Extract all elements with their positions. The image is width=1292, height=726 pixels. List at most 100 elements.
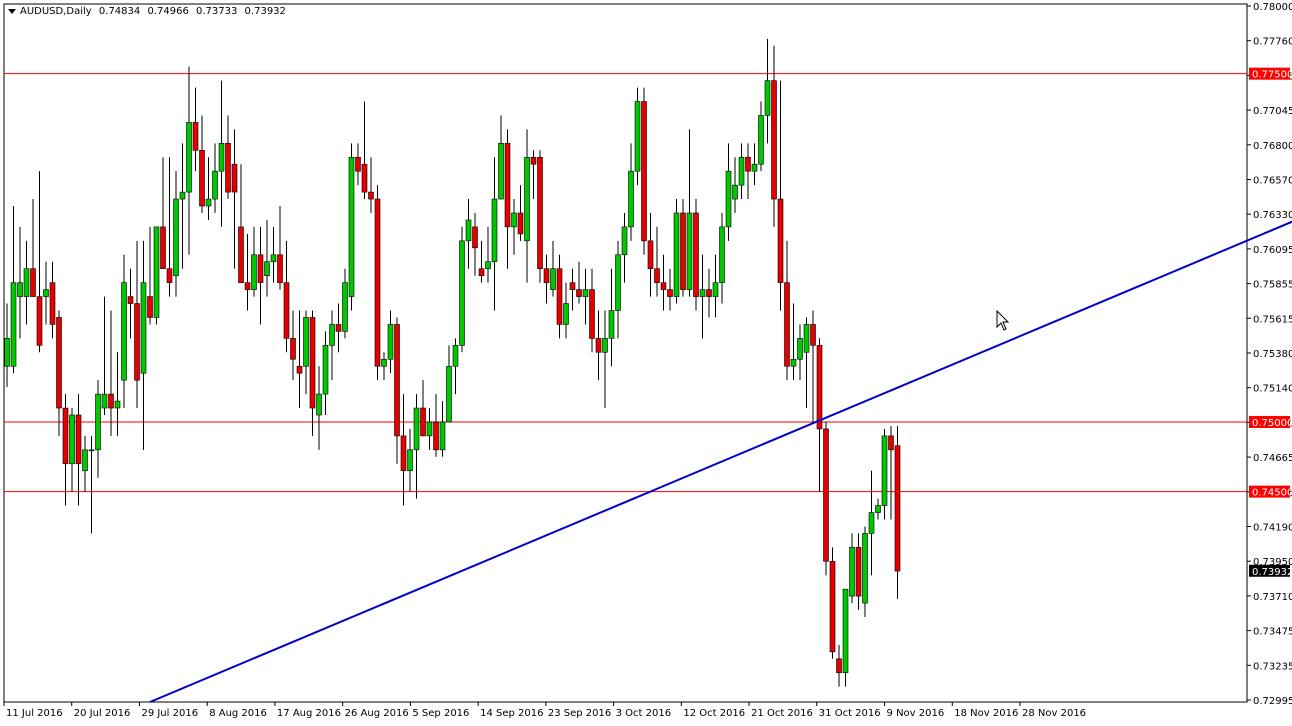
high-value: 0.74966 [147, 6, 189, 17]
candle-body [556, 268, 563, 325]
candle-body [894, 445, 901, 572]
candle-body [251, 254, 257, 290]
candle-body [823, 428, 829, 562]
x-tick-label: 23 Sep 2016 [548, 708, 611, 719]
level-price-label: 0.75000 [1252, 418, 1292, 429]
candle-body [842, 588, 849, 674]
candle-body [140, 282, 147, 374]
candle-body [680, 212, 686, 290]
candle-body [875, 505, 881, 513]
candle-body [829, 560, 836, 653]
y-tick-label: 0.75615 [1253, 314, 1292, 325]
candle-body [69, 414, 75, 465]
candle-body [699, 289, 706, 297]
candle-body [231, 163, 238, 193]
candle-body [771, 80, 777, 200]
candle-body [264, 261, 270, 276]
candle-body [582, 289, 589, 297]
candle-body [550, 268, 556, 290]
candle-body [615, 254, 621, 311]
candle-body [725, 170, 732, 228]
candle-body [82, 449, 88, 472]
candle-body [498, 143, 504, 200]
candle-body [309, 317, 316, 409]
candle-body [511, 212, 517, 228]
candle-body [277, 254, 283, 283]
price-chart[interactable]: 0.780000.777600.772850.770450.768000.765… [0, 0, 1292, 726]
candle-body [693, 212, 699, 297]
candle-body [205, 198, 212, 207]
y-tick-label: 0.73235 [1253, 661, 1292, 672]
candle-body [147, 296, 153, 318]
candle-body [849, 547, 855, 597]
x-tick-label: 11 Jul 2016 [6, 708, 63, 719]
candle-body [810, 324, 816, 346]
y-tick-label: 0.74665 [1253, 453, 1292, 464]
candle-body [361, 163, 368, 193]
level-price-label: 0.74500 [1252, 488, 1292, 499]
candle-body [569, 282, 576, 290]
x-tick-label: 12 Oct 2016 [683, 708, 745, 719]
candle-body [179, 191, 186, 200]
candle-body [888, 435, 894, 451]
y-tick-label: 0.77760 [1253, 37, 1292, 48]
dropdown-triangle-icon[interactable] [8, 8, 16, 14]
candle-body [322, 345, 329, 395]
candle-body [868, 512, 875, 534]
candle-body [160, 226, 166, 270]
candle-body [36, 296, 43, 346]
x-tick-label: 8 Aug 2016 [209, 708, 267, 719]
candle-body [17, 282, 23, 297]
candle-body [238, 226, 244, 283]
symbol-info-bar: AUDUSD,Daily 0.74834 0.74966 0.73733 0.7… [8, 6, 290, 17]
candle-body [407, 449, 413, 472]
candle-body [595, 338, 602, 353]
x-tick-label: 14 Sep 2016 [480, 708, 543, 719]
candle-body [173, 198, 179, 276]
y-tick-label: 0.74190 [1253, 523, 1292, 534]
candle-body [797, 338, 803, 360]
close-value: 0.73932 [244, 6, 286, 17]
candle-body [400, 435, 407, 472]
candle-body [296, 365, 303, 374]
candle-body [712, 282, 719, 297]
candle-body [426, 421, 433, 437]
candle-body [30, 268, 36, 297]
candle-body [543, 268, 550, 283]
candle-body [673, 212, 680, 297]
candle-body [56, 317, 62, 409]
y-tick-label: 0.72995 [1253, 696, 1292, 707]
candle-body [439, 421, 446, 451]
candle-body [777, 198, 784, 283]
x-tick-label: 9 Nov 2016 [887, 708, 945, 719]
low-value: 0.73733 [196, 6, 238, 17]
candle-body [530, 156, 537, 165]
x-tick-label: 29 Jul 2016 [141, 708, 198, 719]
candle-body [368, 191, 374, 200]
y-tick-label: 0.76800 [1253, 141, 1292, 152]
x-tick-label: 31 Oct 2016 [819, 708, 881, 719]
candle-body [784, 282, 790, 367]
candle-body [166, 268, 173, 283]
candle-body [660, 282, 667, 290]
candle-body [420, 407, 426, 437]
candle-body [452, 345, 459, 367]
candle-body [387, 324, 394, 360]
candle-body [881, 435, 888, 506]
candle-body [647, 240, 654, 270]
candle-body [335, 324, 342, 332]
candle-body [127, 296, 134, 304]
candle-body [602, 338, 608, 353]
candle-body [719, 226, 725, 283]
candle-body [621, 226, 628, 256]
candle-body [342, 282, 348, 332]
candle-body [855, 547, 862, 597]
y-tick-label: 0.75855 [1253, 280, 1292, 291]
candle-body [121, 282, 127, 381]
candle-body [524, 156, 530, 242]
candle-body [459, 240, 465, 346]
candle-body [608, 310, 615, 339]
candle-body [634, 101, 641, 172]
candle-body [576, 289, 582, 297]
candle-body [816, 345, 823, 430]
